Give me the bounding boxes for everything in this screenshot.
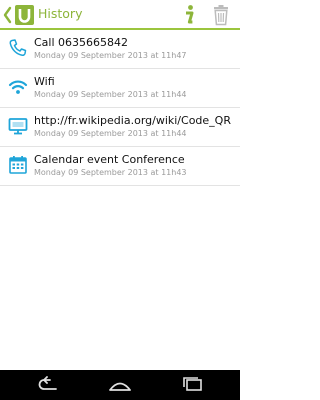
qr-app-logo-icon <box>15 5 34 25</box>
history-item-wifi[interactable]: Wifi Monday 09 September 2013 at 11h44 <box>0 69 240 108</box>
back-icon <box>38 376 57 390</box>
monitor-icon <box>8 118 28 135</box>
recent-apps-icon <box>183 377 202 391</box>
trash-icon <box>214 5 228 26</box>
history-item-timestamp: Monday 09 September 2013 at 11h47 <box>34 51 187 60</box>
history-item-timestamp: Monday 09 September 2013 at 11h43 <box>34 168 187 177</box>
history-item-title: Calendar event Conference <box>34 153 185 166</box>
history-item-title: http://fr.wikipedia.org/wiki/Code_QR <box>34 114 231 127</box>
history-item-calendar[interactable]: Calendar event Conference Monday 09 Sept… <box>0 147 240 186</box>
calendar-icon <box>9 156 27 174</box>
home-icon <box>109 382 131 391</box>
system-recent-apps-button[interactable] <box>174 375 210 395</box>
delete-history-button[interactable] <box>210 4 232 28</box>
system-home-button[interactable] <box>102 375 138 395</box>
wifi-icon <box>8 80 28 94</box>
system-nav-bar <box>0 370 240 400</box>
action-bar: History <box>0 0 240 30</box>
system-back-button[interactable] <box>30 375 66 395</box>
info-button[interactable] <box>178 3 200 27</box>
history-item-call[interactable]: Call 0635665842 Monday 09 September 2013… <box>0 30 240 69</box>
history-item-title: Call 0635665842 <box>34 36 129 49</box>
history-item-url[interactable]: http://fr.wikipedia.org/wiki/Code_QR Mon… <box>0 108 240 147</box>
history-item-title: Wifi <box>34 75 55 88</box>
history-list: Call 0635665842 Monday 09 September 2013… <box>0 30 240 186</box>
page-title: History <box>38 6 83 21</box>
history-item-timestamp: Monday 09 September 2013 at 11h44 <box>34 129 187 138</box>
history-item-timestamp: Monday 09 September 2013 at 11h44 <box>34 90 187 99</box>
info-icon <box>186 5 194 24</box>
phone-icon <box>9 39 27 57</box>
